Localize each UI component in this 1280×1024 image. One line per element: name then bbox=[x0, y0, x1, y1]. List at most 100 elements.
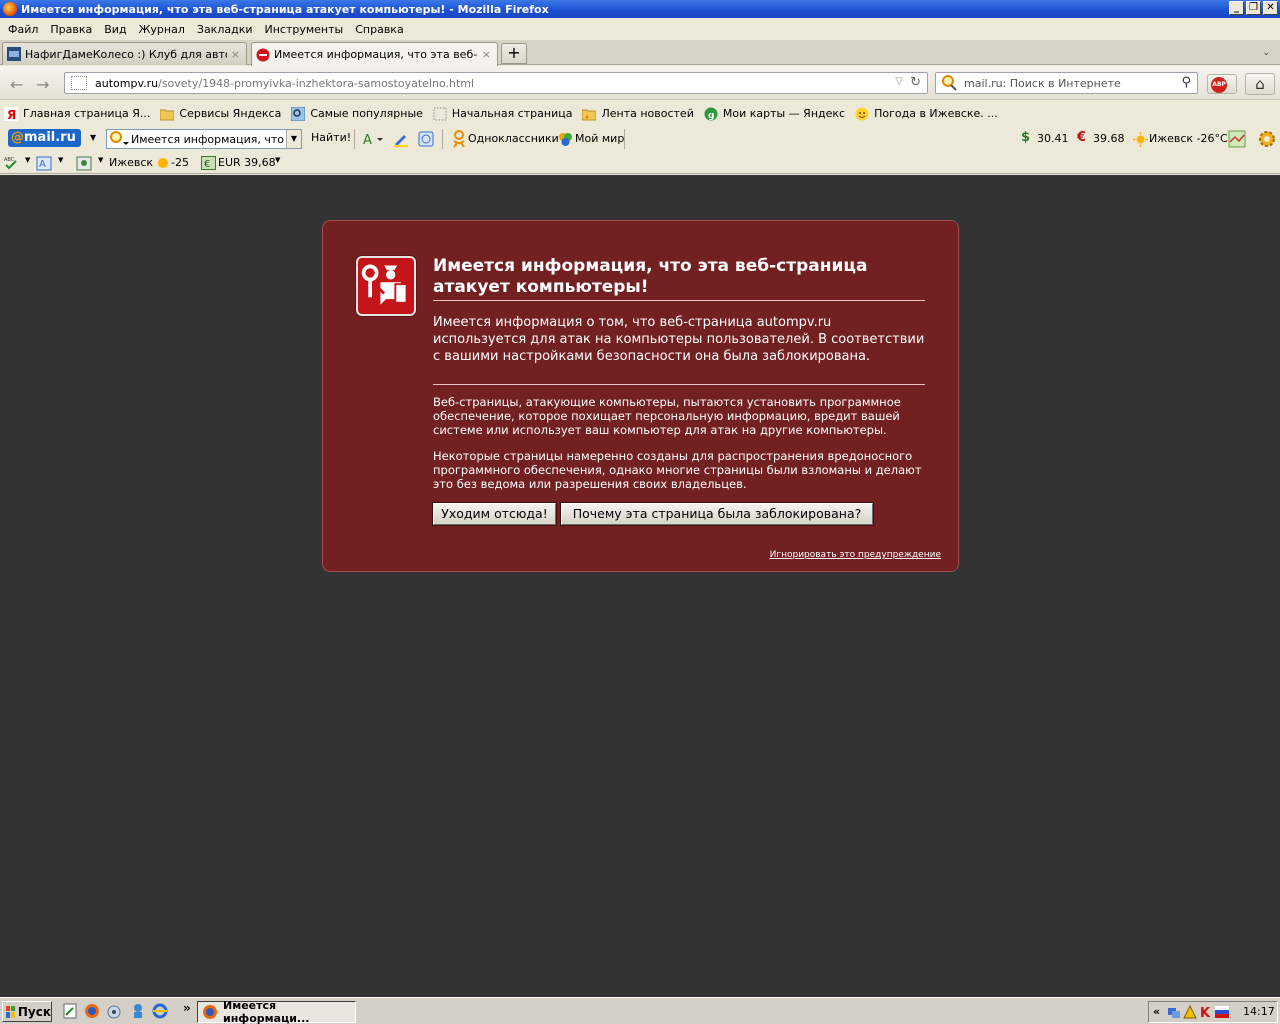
toolbar-separator bbox=[354, 129, 355, 149]
temperature-label[interactable]: -25 bbox=[171, 156, 189, 169]
menu-help[interactable]: Справка bbox=[349, 23, 409, 36]
bookmark-label: Сервисы Яндекса bbox=[179, 107, 282, 120]
folder-icon bbox=[160, 109, 175, 120]
menu-history[interactable]: Журнал bbox=[133, 23, 191, 36]
page-icon bbox=[433, 107, 447, 120]
settings-gear-icon[interactable] bbox=[1257, 129, 1277, 149]
rss-feed-icon bbox=[582, 109, 597, 120]
security-alert-icon[interactable] bbox=[1183, 1005, 1197, 1019]
svg-text:ABC: ABC bbox=[4, 157, 15, 163]
menu-tools[interactable]: Инструменты bbox=[259, 23, 350, 36]
svg-text:€: € bbox=[204, 159, 210, 170]
translate-icon[interactable]: A bbox=[36, 156, 52, 171]
forward-button[interactable]: → bbox=[36, 75, 49, 94]
tab-close-icon[interactable]: × bbox=[482, 48, 491, 61]
site-identity-icon[interactable] bbox=[71, 76, 87, 90]
quicklaunch-more-icon[interactable]: » bbox=[183, 1001, 191, 1015]
city-label[interactable]: Ижевск bbox=[109, 156, 153, 169]
font-size-icon[interactable]: A bbox=[362, 130, 384, 148]
mailru-search-dropdown-icon[interactable]: ▼ bbox=[286, 130, 301, 148]
spellcheck-icon[interactable]: ABC bbox=[4, 156, 22, 170]
svg-text:g: g bbox=[708, 111, 714, 121]
warning-paragraph-2: Некоторые страницы намеренно созданы для… bbox=[433, 449, 922, 491]
eur-rate[interactable]: 39.68 bbox=[1093, 132, 1125, 145]
home-button[interactable]: ⌂ bbox=[1245, 73, 1275, 95]
bookmark-news-feed[interactable]: Лента новостей bbox=[582, 107, 694, 121]
start-label: Пуск bbox=[17, 1004, 51, 1019]
bookmark-label: Главная страница Я... bbox=[23, 107, 151, 120]
translate-dropdown-icon[interactable]: ▼ bbox=[58, 156, 63, 164]
mailru-logo[interactable]: @mail.ru bbox=[8, 129, 81, 147]
quicklaunch-ie-icon[interactable] bbox=[152, 1003, 168, 1019]
network-icon[interactable] bbox=[1167, 1005, 1181, 1019]
back-button[interactable]: ← bbox=[10, 75, 23, 94]
spellcheck-dropdown-icon[interactable]: ▼ bbox=[25, 156, 30, 164]
bookmark-yandex-main[interactable]: Я Главная страница Я... bbox=[4, 106, 151, 121]
search-bar[interactable]: mail.ru: Поиск в Интернете ⚲ bbox=[935, 72, 1198, 94]
tab-security-warning[interactable]: Имеется информация, что эта веб-стр... × bbox=[251, 42, 498, 66]
menu-edit[interactable]: Правка bbox=[44, 23, 98, 36]
bookmark-start-page[interactable]: Начальная страница bbox=[433, 107, 573, 121]
city-dropdown-icon[interactable]: ▼ bbox=[98, 156, 103, 164]
why-blocked-button[interactable]: Почему эта страница была заблокирована? bbox=[560, 502, 874, 526]
odnoklassniki-link[interactable]: Одноклассники bbox=[468, 132, 559, 145]
minimize-button[interactable]: _ bbox=[1229, 1, 1244, 15]
reload-icon[interactable]: ↻ bbox=[910, 75, 921, 90]
menu-file[interactable]: Файл bbox=[2, 23, 44, 36]
show-hidden-icons-button[interactable]: « bbox=[1153, 1005, 1160, 1018]
language-flag-icon[interactable] bbox=[1215, 1006, 1229, 1018]
taskbar-firefox-window[interactable]: Имеется информаци... bbox=[197, 999, 356, 1024]
weather-widget[interactable]: Ижевск -26°C bbox=[1149, 132, 1228, 145]
yandex-icon: Я bbox=[4, 106, 18, 121]
mailru-toolbar: @mail.ru ▼ Имеется информация, что эт ▼ … bbox=[0, 126, 1280, 152]
menu-bookmarks[interactable]: Закладки bbox=[191, 23, 259, 36]
url-bar[interactable]: autompv.ru/sovety/1948-promyivka-inzhekt… bbox=[64, 72, 928, 94]
quicklaunch-firefox-icon[interactable] bbox=[84, 1003, 100, 1019]
antivirus-icon[interactable]: K bbox=[1199, 1005, 1213, 1019]
sun-icon bbox=[158, 158, 168, 168]
ignore-warning-link[interactable]: Игнорировать это предупреждение bbox=[770, 550, 941, 560]
quicklaunch-media-icon[interactable] bbox=[106, 1003, 122, 1019]
system-tray: « K 14:17 bbox=[1148, 1001, 1278, 1023]
map-icon[interactable] bbox=[1228, 130, 1246, 148]
currency-dropdown-icon[interactable]: ▼ bbox=[275, 156, 280, 164]
svg-text:Я: Я bbox=[7, 108, 16, 121]
smiley-sun-icon bbox=[855, 107, 869, 120]
blocked-site-icon bbox=[256, 48, 270, 61]
get-me-out-button[interactable]: Уходим отсюда! bbox=[432, 502, 557, 526]
usd-rate[interactable]: 30.41 bbox=[1037, 132, 1069, 145]
search-input[interactable]: mail.ru: Поиск в Интернете bbox=[964, 77, 1121, 90]
clock[interactable]: 14:17 bbox=[1243, 1005, 1275, 1018]
addons-small-toolbar: ABC ▼ A ▼ ▼ Ижевск -25 € EUR 39,68 ▼ bbox=[0, 152, 1280, 174]
warning-lead-text: Имеется информация о том, что веб-страни… bbox=[433, 314, 925, 385]
url-history-dropdown-icon[interactable]: ▽ bbox=[895, 76, 903, 87]
screenshot-icon[interactable] bbox=[417, 130, 435, 148]
close-window-button[interactable]: ✕ bbox=[1263, 1, 1278, 15]
bookmark-yandex-maps[interactable]: g Мои карты — Яндекс bbox=[704, 107, 845, 121]
highlight-icon[interactable] bbox=[392, 130, 410, 148]
bookmark-label: Начальная страница bbox=[451, 107, 573, 120]
search-go-icon[interactable]: ⚲ bbox=[1181, 75, 1191, 90]
adblock-plus-button[interactable]: ABP bbox=[1207, 74, 1237, 94]
search-engine-icon[interactable] bbox=[940, 74, 958, 92]
eur-label[interactable]: EUR 39,68 bbox=[218, 156, 276, 169]
bookmark-izhevsk-weather[interactable]: Погода в Ижевске. ... bbox=[855, 107, 998, 121]
start-button[interactable]: Пуск bbox=[2, 1001, 52, 1022]
quicklaunch-messenger-icon[interactable] bbox=[130, 1003, 146, 1019]
tab-close-icon[interactable]: × bbox=[231, 48, 240, 61]
bookmark-yandex-services[interactable]: Сервисы Яндекса bbox=[160, 107, 281, 121]
moi-mir-link[interactable]: Мой мир bbox=[575, 132, 624, 145]
quicklaunch-notepad-icon[interactable] bbox=[62, 1003, 78, 1019]
mailru-search-engine-icon[interactable] bbox=[107, 130, 131, 148]
euro-icon: € bbox=[1077, 130, 1087, 145]
menu-view[interactable]: Вид bbox=[98, 23, 132, 36]
bookmark-most-visited[interactable]: Самые популярные bbox=[291, 106, 423, 121]
mailru-search-input[interactable]: Имеется информация, что эт ▼ bbox=[106, 129, 302, 149]
maximize-button[interactable]: ❐ bbox=[1246, 1, 1261, 15]
list-all-tabs-button[interactable]: ⌄ bbox=[1262, 48, 1270, 58]
mailru-menu-dropdown-icon[interactable]: ▼ bbox=[90, 133, 96, 142]
mailru-find-button[interactable]: Найти! bbox=[311, 131, 351, 144]
tab-nafigdamekoleso[interactable]: НафигДамеКолесо :) Клуб для автоле... × bbox=[2, 42, 247, 65]
mailru-logo-at: @ bbox=[11, 130, 24, 145]
new-tab-button[interactable]: + bbox=[501, 43, 527, 64]
